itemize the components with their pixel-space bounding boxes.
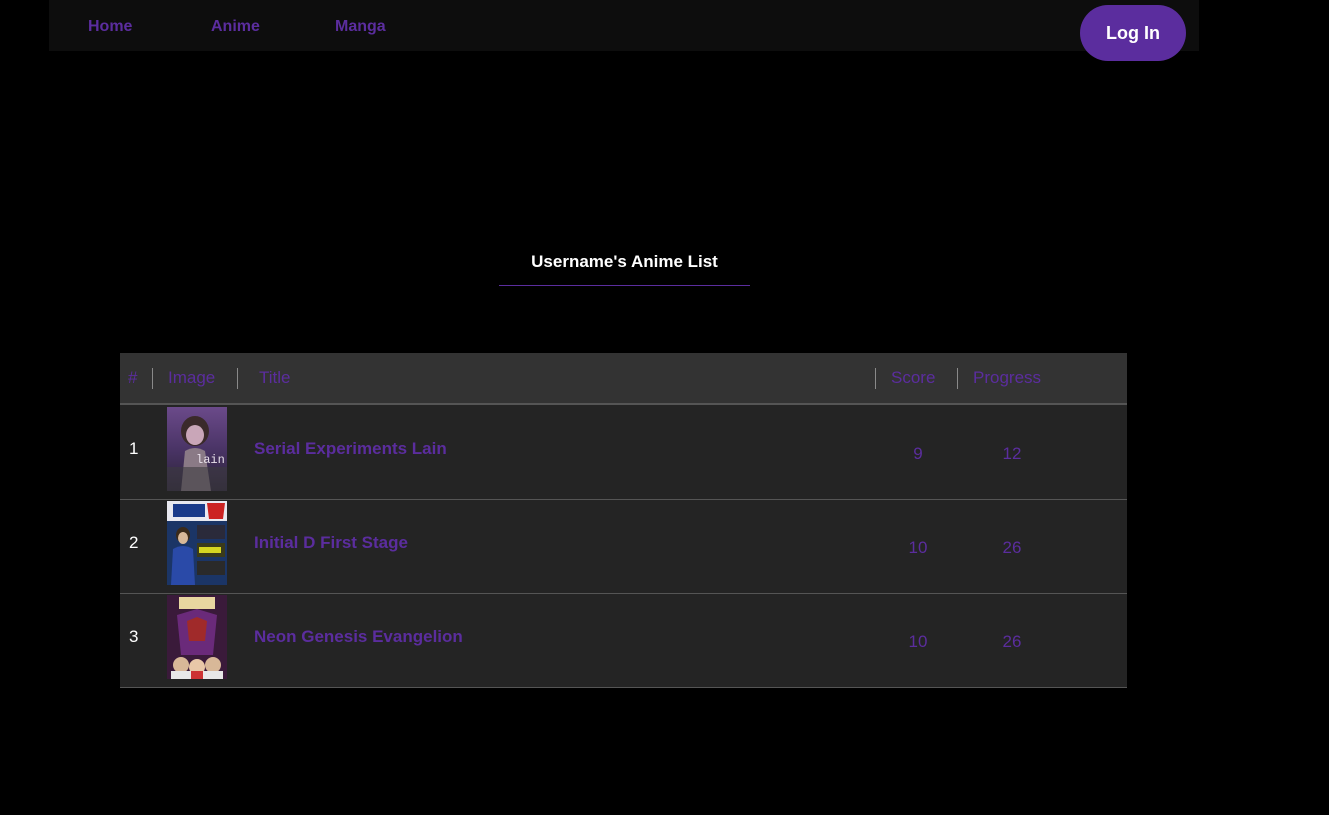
row-number: 1 <box>129 439 139 458</box>
column-header-progress[interactable]: Progress <box>973 369 1041 387</box>
table-row: 2 Initial D First Stage 10 26 <box>120 500 1127 594</box>
anime-title-link[interactable]: Initial D First Stage <box>254 533 408 553</box>
column-divider <box>957 368 958 389</box>
top-navbar: Home Anime Manga <box>49 0 1199 51</box>
progress-value[interactable]: 26 <box>982 632 1042 652</box>
column-divider <box>152 368 153 389</box>
nav-link-manga[interactable]: Manga <box>335 18 386 36</box>
column-divider <box>237 368 238 389</box>
column-divider <box>875 368 876 389</box>
title-underline <box>499 285 750 286</box>
score-value[interactable]: 9 <box>888 444 948 464</box>
row-number: 3 <box>129 627 139 646</box>
table-row: 1 lain Serial Experiments Lain 9 12 <box>120 406 1127 500</box>
nav-link-home[interactable]: Home <box>88 18 132 36</box>
row-number: 2 <box>129 533 139 552</box>
table-row: 3 Neon Genesis Evangelion 10 26 <box>120 594 1127 688</box>
page-title: Username's Anime List <box>531 252 718 271</box>
cover-image[interactable] <box>167 501 227 585</box>
login-button[interactable]: Log In <box>1080 5 1186 61</box>
cover-image[interactable]: lain <box>167 407 227 491</box>
cover-image[interactable] <box>167 595 227 679</box>
anime-list-table: # Image Title Score Progress 1 lain Seri… <box>120 353 1127 688</box>
page: Home Anime Manga Log In Username's Anime… <box>0 0 1329 815</box>
column-header-number[interactable]: # <box>128 369 137 387</box>
progress-value[interactable]: 12 <box>982 444 1042 464</box>
table-header: # Image Title Score Progress <box>120 353 1127 405</box>
progress-value[interactable]: 26 <box>982 538 1042 558</box>
column-header-title[interactable]: Title <box>259 369 291 387</box>
column-header-image[interactable]: Image <box>168 369 215 387</box>
anime-title-link[interactable]: Neon Genesis Evangelion <box>254 627 463 647</box>
score-value[interactable]: 10 <box>888 632 948 652</box>
score-value[interactable]: 10 <box>888 538 948 558</box>
svg-text:lain: lain <box>196 453 225 467</box>
column-header-score[interactable]: Score <box>891 369 935 387</box>
anime-title-link[interactable]: Serial Experiments Lain <box>254 439 447 459</box>
nav-link-anime[interactable]: Anime <box>211 18 260 36</box>
